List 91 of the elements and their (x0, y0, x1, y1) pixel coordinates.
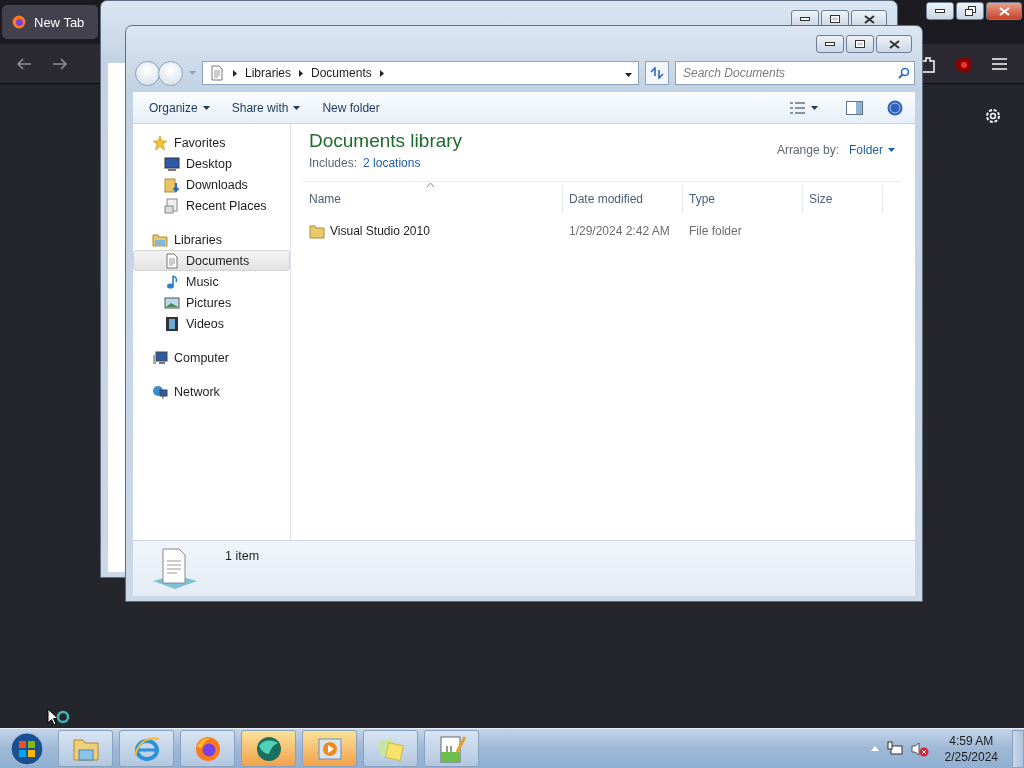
nav-item[interactable]: Pictures (133, 292, 290, 313)
menu-icon[interactable] (992, 58, 1007, 70)
refresh-icon (650, 67, 664, 79)
clock[interactable]: 4:59 AM 2/25/2024 (944, 732, 998, 765)
address-bar[interactable]: Libraries Documents (202, 61, 639, 85)
forward-arrow-icon[interactable] (52, 57, 68, 71)
file-row[interactable]: Visual Studio 2010 1/29/2024 2:42 AM File folder (303, 220, 901, 242)
folder-download-icon (164, 176, 180, 193)
column-header[interactable]: Size (803, 185, 883, 213)
minimize-icon (825, 42, 835, 46)
maximize-icon (855, 40, 865, 48)
locations-link[interactable]: 2 locations (363, 156, 421, 170)
picture-icon (164, 294, 180, 311)
network-icon (152, 383, 168, 400)
restore-icon (964, 6, 976, 16)
star-icon (152, 134, 168, 151)
fox-globe-icon (11, 14, 27, 30)
nav-item[interactable]: Network (133, 381, 290, 402)
library-title: Documents library (309, 130, 463, 152)
library-folder-icon (152, 231, 168, 248)
caret-icon (293, 105, 301, 110)
type-cell-text: File folder (688, 224, 743, 238)
film-strip-icon (164, 315, 180, 332)
search-icon (898, 67, 910, 79)
restore-button[interactable] (956, 2, 984, 20)
toolbar-button[interactable]: Share with (223, 96, 309, 119)
nav-item[interactable]: Downloads (133, 174, 290, 195)
minimize-icon (800, 17, 810, 21)
item-count: 1 item (225, 549, 260, 563)
breadcrumb-item[interactable]: Documents (311, 66, 372, 80)
speaker-muted-icon[interactable] (910, 740, 929, 757)
maximize-icon (830, 15, 840, 23)
close-button[interactable] (876, 35, 912, 53)
taskbar-button[interactable] (424, 730, 479, 767)
caret-icon (625, 73, 632, 77)
minimize-icon (935, 9, 945, 13)
nav-item[interactable]: Libraries (133, 229, 290, 250)
arrange-label: Arrange by: (776, 143, 839, 157)
toolbar-button[interactable]: New folder (314, 96, 388, 119)
nav-item[interactable]: Videos (133, 313, 290, 334)
minimize-button[interactable] (816, 35, 844, 53)
name-cell: Visual Studio 2010 (303, 223, 563, 239)
document-icon (209, 65, 225, 81)
close-icon (888, 39, 900, 49)
chevron-icon (379, 69, 384, 77)
nav-item[interactable]: Recent Places (133, 195, 290, 216)
arrange-dropdown[interactable]: Folder (849, 143, 895, 157)
nav-item[interactable]: Favorites (133, 132, 290, 153)
chevron-icon (233, 69, 237, 77)
maximize-button[interactable] (846, 35, 874, 53)
taskbar-button[interactable] (180, 730, 235, 767)
caret-icon (811, 105, 818, 110)
nav-item[interactable]: Desktop (133, 153, 290, 174)
shield-icon[interactable] (955, 56, 973, 74)
computer-icon (152, 349, 168, 366)
breadcrumb-item[interactable]: Libraries (245, 66, 292, 80)
search-field[interactable]: Search Documents (675, 61, 915, 85)
help-icon[interactable] (887, 99, 903, 116)
view-list-icon[interactable] (790, 101, 805, 114)
minimize-button[interactable] (926, 2, 954, 20)
caret-icon (888, 148, 895, 152)
recent-places-icon (164, 197, 180, 214)
monitor-icon (164, 155, 180, 172)
browser-tab[interactable]: New Tab (2, 5, 98, 39)
date-cell-text: 1/29/2024 2:42 AM (568, 224, 671, 238)
caret-icon (202, 105, 210, 110)
close-button[interactable] (986, 2, 1022, 20)
column-header[interactable]: Name (303, 185, 563, 213)
column-header[interactable]: Date modified (563, 185, 683, 213)
nav-item[interactable]: Documents (133, 250, 290, 271)
extensions-icon[interactable] (920, 56, 936, 74)
nav-item[interactable]: Computer (133, 347, 290, 368)
taskbar-button[interactable] (119, 730, 174, 767)
includes-label: Includes: (309, 156, 358, 170)
network-icon[interactable] (886, 740, 903, 757)
settings-icon[interactable] (984, 107, 1002, 125)
caret-icon (189, 71, 196, 75)
music-note-icon (164, 273, 180, 290)
folder-icon (309, 223, 325, 239)
document-library-icon (151, 547, 199, 591)
back-arrow-icon[interactable] (16, 57, 32, 71)
refresh-button[interactable] (645, 61, 669, 85)
column-header[interactable]: Type (683, 185, 803, 213)
close-icon (863, 14, 875, 24)
preview-pane-icon[interactable] (846, 100, 863, 115)
document-icon (164, 252, 180, 269)
taskbar-button[interactable] (241, 730, 296, 767)
toolbar-button[interactable]: Organize (141, 96, 218, 119)
chevron-icon (299, 69, 304, 77)
nav-item[interactable]: Music (133, 271, 290, 292)
close-icon (998, 6, 1010, 16)
